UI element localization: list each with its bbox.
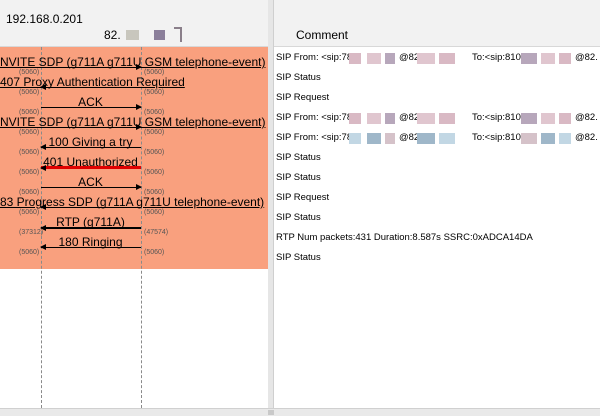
redacted-text-block <box>541 113 555 124</box>
flow-message-row[interactable]: RTP (g711A) (37312) (47574) <box>0 214 268 236</box>
arrow-left-icon <box>40 225 141 231</box>
comment-row[interactable]: SIP From: <sip:78 @82 To:<sip:810 @82. <box>275 52 599 70</box>
redacted-text-block <box>541 133 555 144</box>
comment-text: SIP Status <box>276 252 321 263</box>
redacted-text-block <box>521 133 537 144</box>
comment-row[interactable]: SIP Status <box>275 172 599 190</box>
arrowhead-icon <box>136 124 142 130</box>
redacted-text-block <box>439 113 455 124</box>
flow-hosts-header: 192.168.0.201 82. <box>0 0 268 47</box>
arrowhead-icon <box>40 244 46 250</box>
redacted-text-block <box>541 53 555 64</box>
redacted-text-block <box>417 113 435 124</box>
redacted-text-block <box>559 133 571 144</box>
comment-text: SIP Status <box>276 212 321 223</box>
arrow-left-icon <box>40 165 141 171</box>
comment-row[interactable]: SIP Request <box>275 92 599 110</box>
voip-call-flow-window: 192.168.0.201 82. NVITE SDP (g711A g711U… <box>0 0 600 416</box>
sip-to-text: To:<sip:810 <box>472 112 521 123</box>
sip-from-text: SIP From: <sip:78 <box>276 112 353 123</box>
comment-column-header[interactable]: Comment <box>274 0 600 47</box>
sip-to-domain: @82. <box>575 112 598 123</box>
flow-message-row[interactable]: 180 Ringing (5060) (5060) <box>0 234 268 256</box>
comment-row[interactable]: RTP Num packets:431 Duration:8.587s SSRC… <box>275 232 599 250</box>
redacted-text-block <box>349 113 361 124</box>
sip-to-domain: @82. <box>575 52 598 63</box>
flow-message-row[interactable]: 401 Unauthorized (5060) (5060) <box>0 154 268 176</box>
comment-row[interactable]: SIP Status <box>275 252 599 270</box>
arrowhead-icon <box>136 104 142 110</box>
arrow-left-icon <box>40 144 141 150</box>
comment-text: SIP Request <box>276 192 330 203</box>
corner-bracket <box>174 27 182 42</box>
comment-row[interactable]: SIP Status <box>275 212 599 230</box>
flow-message-row[interactable]: ACK (5060) (5060) <box>0 174 268 196</box>
redacted-text-block <box>349 133 361 144</box>
comment-row[interactable]: SIP Status <box>275 152 599 170</box>
comment-text: SIP Status <box>276 152 321 163</box>
arrow-left-icon <box>40 84 141 90</box>
redacted-ip-block <box>154 30 165 40</box>
arrowhead-icon <box>40 144 46 150</box>
arrow-left-icon <box>40 244 141 250</box>
comment-row[interactable]: SIP Status <box>275 72 599 90</box>
scrollbar-thumb[interactable] <box>268 410 274 415</box>
redacted-ip-block <box>126 30 139 40</box>
redacted-text-block <box>417 133 435 144</box>
arrow-right-icon <box>41 64 142 70</box>
comment-header-label: Comment <box>296 28 349 42</box>
redacted-text-block <box>385 133 395 144</box>
flow-message-row[interactable]: 83 Progress SDP (g711A g711U telephone-e… <box>0 194 268 216</box>
redacted-text-block <box>559 53 571 64</box>
host-a-address: 192.168.0.201 <box>6 12 83 26</box>
comment-row[interactable]: SIP From: <sip:78 @82 To:<sip:810 @82. <box>275 132 599 150</box>
flow-message-row[interactable]: NVITE SDP (g711A g711U GSM telephone-eve… <box>0 54 268 76</box>
arrowhead-icon <box>136 64 142 70</box>
arrowhead-icon <box>40 84 46 90</box>
redacted-text-block <box>367 53 381 64</box>
arrow-right-icon <box>41 124 142 130</box>
comment-text: SIP Status <box>276 72 321 83</box>
sip-to-text: To:<sip:810 <box>472 132 521 143</box>
arrowhead-icon <box>40 204 46 210</box>
flow-message-row[interactable]: 100 Giving a try (5060) (5060) <box>0 134 268 156</box>
call-flow-graph-panel[interactable]: 192.168.0.201 82. NVITE SDP (g711A g711U… <box>0 0 269 408</box>
redacted-text-block <box>439 133 455 144</box>
redacted-text-block <box>349 53 361 64</box>
sip-to-text: To:<sip:810 <box>472 52 521 63</box>
redacted-text-block <box>367 113 381 124</box>
redacted-text-block <box>559 113 571 124</box>
comment-panel[interactable]: Comment SIP From: <sip:78 @82 To:<sip:810 @… <box>274 0 600 408</box>
sip-to-domain: @82. <box>575 132 598 143</box>
sip-from-text: SIP From: <sip:78 <box>276 52 353 63</box>
flow-message-row[interactable]: 407 Proxy Authentication Required (5060)(… <box>0 74 268 96</box>
comment-row[interactable]: SIP From: <sip:78 @82 To:<sip:810 @82. <box>275 112 599 130</box>
host-b-address: 82. <box>104 28 121 42</box>
arrow-right-icon <box>41 104 142 110</box>
comment-text: SIP Request <box>276 92 330 103</box>
arrow-right-icon <box>41 184 142 190</box>
arrow-left-icon <box>40 204 141 210</box>
sip-from-text: SIP From: <sip:78 <box>276 132 353 143</box>
destination-port-label: (5060) <box>144 249 165 256</box>
redacted-text-block <box>521 53 537 64</box>
source-port-label: (5060) <box>19 249 40 256</box>
redacted-text-block <box>385 53 395 64</box>
comment-row[interactable]: SIP Request <box>275 192 599 210</box>
redacted-text-block <box>417 53 435 64</box>
redacted-text-block <box>521 113 537 124</box>
flow-message-row[interactable]: NVITE SDP (g711A g711U GSM telephone-eve… <box>0 114 268 136</box>
arrowhead-icon <box>40 165 46 171</box>
arrowhead-icon <box>136 184 142 190</box>
redacted-text-block <box>367 133 381 144</box>
comment-text: SIP Status <box>276 172 321 183</box>
redacted-text-block <box>439 53 455 64</box>
redacted-text-block <box>385 113 395 124</box>
flow-message-row[interactable]: ACK (5060) (5060) <box>0 94 268 116</box>
comment-text: RTP Num packets:431 Duration:8.587s SSRC… <box>276 232 533 243</box>
